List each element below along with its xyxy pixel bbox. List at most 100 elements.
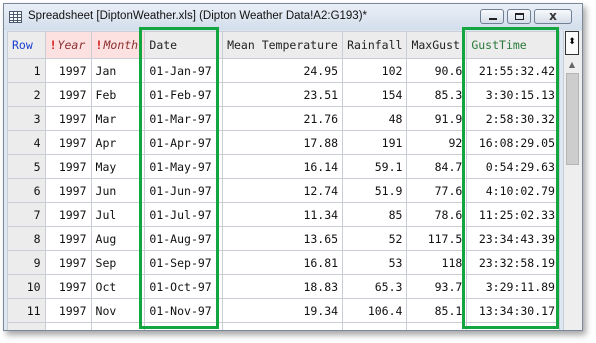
- year-cell[interactable]: 1997: [44, 202, 92, 227]
- maxgust-cell[interactable]: 78.6: [406, 202, 468, 227]
- maxgust-cell[interactable]: 84.7: [406, 154, 468, 179]
- mean-temperature-cell[interactable]: 23.51: [222, 82, 344, 107]
- maxgust-cell[interactable]: 85.3: [406, 82, 468, 107]
- month-cell[interactable]: Sep: [90, 250, 146, 275]
- rainfall-cell[interactable]: 48: [342, 106, 408, 131]
- date-cell[interactable]: 01-Oct-97: [144, 274, 224, 299]
- column-header-month[interactable]: !Month: [90, 31, 146, 59]
- rainfall-cell[interactable]: 154: [342, 82, 408, 107]
- date-cell[interactable]: 01-Jul-97: [144, 202, 224, 227]
- date-cell[interactable]: 01-May-97: [144, 154, 224, 179]
- date-cell[interactable]: 01-Jun-97: [144, 178, 224, 203]
- gusttime-cell[interactable]: 13:34:30.17: [466, 298, 560, 323]
- mean-temperature-cell[interactable]: 13.65: [222, 226, 344, 251]
- maxgust-cell[interactable]: 118: [406, 250, 468, 275]
- year-cell[interactable]: 1997: [44, 106, 92, 131]
- date-cell[interactable]: 01-Feb-97: [144, 82, 224, 107]
- year-cell[interactable]: 1997: [44, 178, 92, 203]
- column-header-maxgust[interactable]: MaxGust: [406, 31, 468, 59]
- date-cell[interactable]: 01-Nov-97: [144, 298, 224, 323]
- year-cell[interactable]: 1997: [44, 274, 92, 299]
- title-bar[interactable]: Spreadsheet [DiptonWeather.xls] (Dipton …: [4, 4, 582, 30]
- column-header-rainfall[interactable]: Rainfall: [342, 31, 408, 59]
- column-header-year[interactable]: !Year: [44, 31, 92, 59]
- year-cell[interactable]: 1997: [44, 298, 92, 323]
- year-cell[interactable]: 1997: [44, 130, 92, 155]
- row-number-cell[interactable]: 3: [7, 106, 46, 131]
- row-number-cell[interactable]: 10: [7, 274, 46, 299]
- mean-temperature-cell[interactable]: 16.81: [222, 250, 344, 275]
- year-cell[interactable]: 1997: [44, 226, 92, 251]
- month-cell[interactable]: Oct: [90, 274, 146, 299]
- year-cell[interactable]: 1997: [44, 82, 92, 107]
- gusttime-cell[interactable]: 4:10:02.79: [466, 178, 560, 203]
- year-cell[interactable]: 1997: [44, 250, 92, 275]
- minimize-button[interactable]: [480, 9, 504, 24]
- row-number-cell[interactable]: 11: [7, 298, 46, 323]
- rainfall-cell[interactable]: 102: [342, 58, 408, 83]
- maxgust-cell[interactable]: 85.1: [406, 298, 468, 323]
- month-cell[interactable]: May: [90, 154, 146, 179]
- gusttime-cell[interactable]: 11:25:02.33: [466, 202, 560, 227]
- gusttime-cell[interactable]: 2:58:30.32: [466, 106, 560, 131]
- date-cell[interactable]: 01-Aug-97: [144, 226, 224, 251]
- column-header-date[interactable]: Date: [144, 31, 224, 59]
- rainfall-cell[interactable]: 143.3: [342, 322, 408, 330]
- mean-temperature-cell[interactable]: 12.74: [222, 178, 344, 203]
- row-number-cell[interactable]: 4: [7, 130, 46, 155]
- date-cell[interactable]: 01-Jan-97: [144, 58, 224, 83]
- maxgust-cell[interactable]: 77.6: [406, 178, 468, 203]
- rainfall-cell[interactable]: 53: [342, 250, 408, 275]
- row-number-cell[interactable]: 7: [7, 202, 46, 227]
- row-number-cell[interactable]: 8: [7, 226, 46, 251]
- scroll-thumb[interactable]: [566, 73, 579, 165]
- row-number-cell[interactable]: 9: [7, 250, 46, 275]
- month-cell[interactable]: Apr: [90, 130, 146, 155]
- gusttime-cell[interactable]: 3:29:11.89: [466, 274, 560, 299]
- rainfall-cell[interactable]: 59.1: [342, 154, 408, 179]
- maxgust-cell[interactable]: 90.6: [406, 58, 468, 83]
- rainfall-cell[interactable]: 191: [342, 130, 408, 155]
- date-cell[interactable]: 01-Sep-97: [144, 250, 224, 275]
- maxgust-cell[interactable]: 91.9: [406, 106, 468, 131]
- row-number-cell[interactable]: 2: [7, 82, 46, 107]
- mean-temperature-cell[interactable]: 17.88: [222, 130, 344, 155]
- maximize-button[interactable]: [507, 9, 531, 24]
- rainfall-cell[interactable]: 106.4: [342, 298, 408, 323]
- maxgust-cell[interactable]: 92: [406, 130, 468, 155]
- month-cell[interactable]: Feb: [90, 82, 146, 107]
- data-grid[interactable]: Row !Year !Month Date Mean Temperature R…: [7, 31, 560, 330]
- month-cell[interactable]: Mar: [90, 106, 146, 131]
- mean-temperature-cell[interactable]: 21.76: [222, 106, 344, 131]
- gusttime-cell[interactable]: 23:34:43.39: [466, 226, 560, 251]
- freeze-pane-button[interactable]: ⬍: [565, 31, 579, 55]
- row-number-cell[interactable]: 1: [7, 58, 46, 83]
- gusttime-cell[interactable]: 3:30:15.13: [466, 82, 560, 107]
- maxgust-cell[interactable]: 76.3: [406, 322, 468, 330]
- date-cell[interactable]: 01-Apr-97: [144, 130, 224, 155]
- column-header-mean-temperature[interactable]: Mean Temperature: [222, 31, 344, 59]
- scroll-up-icon[interactable]: ▲: [566, 60, 578, 70]
- mean-temperature-cell[interactable]: 11.34: [222, 202, 344, 227]
- rainfall-cell[interactable]: 65.3: [342, 274, 408, 299]
- mean-temperature-cell[interactable]: 20.78: [222, 322, 344, 330]
- rainfall-cell[interactable]: 85: [342, 202, 408, 227]
- row-number-cell[interactable]: 5: [7, 154, 46, 179]
- row-number-cell[interactable]: 12: [7, 322, 46, 330]
- year-cell[interactable]: 1997: [44, 58, 92, 83]
- mean-temperature-cell[interactable]: 24.95: [222, 58, 344, 83]
- year-cell[interactable]: 1997: [44, 322, 92, 330]
- gusttime-cell[interactable]: 0:54:29.63: [466, 154, 560, 179]
- gusttime-cell[interactable]: 21:55:32.42: [466, 58, 560, 83]
- rainfall-cell[interactable]: 52: [342, 226, 408, 251]
- maxgust-cell[interactable]: 117.5: [406, 226, 468, 251]
- rainfall-cell[interactable]: 51.9: [342, 178, 408, 203]
- maxgust-cell[interactable]: 93.7: [406, 274, 468, 299]
- month-cell[interactable]: Nov: [90, 298, 146, 323]
- gusttime-cell[interactable]: 19:57:16.53: [466, 322, 560, 330]
- month-cell[interactable]: Aug: [90, 226, 146, 251]
- mean-temperature-cell[interactable]: 19.34: [222, 298, 344, 323]
- close-button[interactable]: x: [534, 9, 572, 24]
- month-cell[interactable]: Dec: [90, 322, 146, 330]
- gusttime-cell[interactable]: 23:32:58.19: [466, 250, 560, 275]
